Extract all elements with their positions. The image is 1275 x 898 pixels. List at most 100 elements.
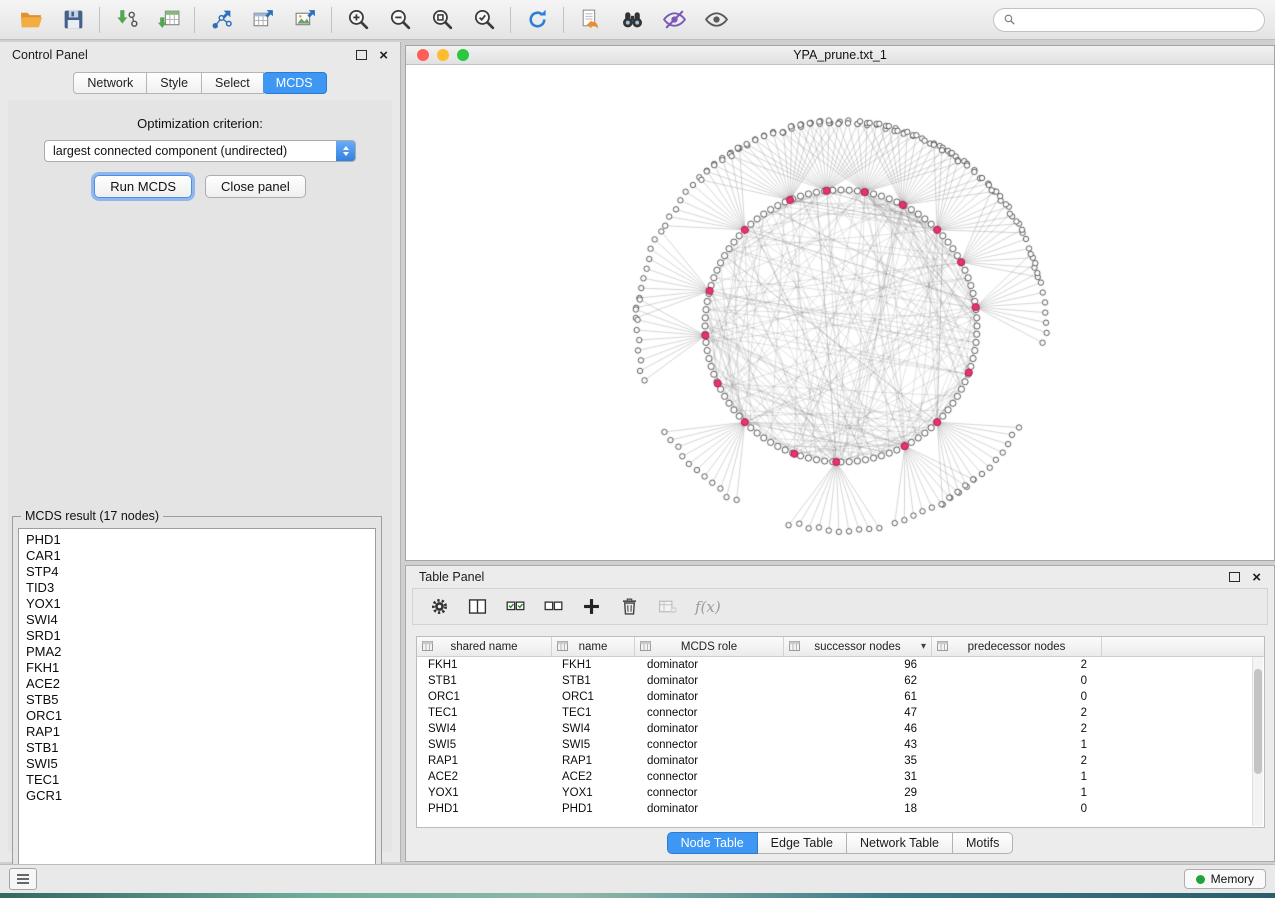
table-row[interactable]: FKH1 FKH1 dominator 96 2	[417, 657, 1264, 673]
tab-style[interactable]: Style	[147, 72, 202, 94]
table-header-row: shared name name MCDS role successor nod…	[417, 637, 1264, 657]
mcds-result-group: MCDS result (17 nodes) PHD1 CAR1 STP4 TI…	[12, 516, 382, 890]
mcds-result-node[interactable]: PMA2	[19, 644, 375, 660]
float-panel-icon[interactable]	[356, 50, 367, 60]
table-settings-button[interactable]	[429, 596, 450, 617]
mcds-result-node[interactable]: TID3	[19, 580, 375, 596]
run-mcds-button[interactable]: Run MCDS	[94, 175, 192, 198]
export-network-button[interactable]	[200, 4, 242, 36]
trash-icon	[619, 596, 640, 617]
memory-label: Memory	[1211, 872, 1254, 886]
close-window-icon[interactable]	[417, 49, 429, 61]
table-row[interactable]: TEC1 TEC1 connector 47 2	[417, 705, 1264, 721]
mcds-result-node[interactable]: YOX1	[19, 596, 375, 612]
column-header-predecessor-nodes[interactable]: predecessor nodes	[932, 637, 1102, 656]
select-stepper-icon	[336, 140, 355, 162]
toolbar-separator	[510, 7, 511, 33]
apply-layout-button[interactable]	[516, 4, 558, 36]
tab-node-table[interactable]: Node Table	[667, 832, 758, 854]
zoom-fit-button[interactable]	[421, 4, 463, 36]
column-header-name[interactable]: name	[552, 637, 635, 656]
add-column-button[interactable]	[581, 596, 602, 617]
mcds-result-node[interactable]: PHD1	[19, 532, 375, 548]
mcds-result-node[interactable]: FKH1	[19, 660, 375, 676]
delete-column-button[interactable]	[619, 596, 640, 617]
float-panel-icon[interactable]	[1229, 572, 1240, 582]
export-image-icon	[293, 7, 318, 32]
share-document-button[interactable]	[569, 4, 611, 36]
maximize-window-icon[interactable]	[457, 49, 469, 61]
tab-motifs[interactable]: Motifs	[953, 832, 1013, 854]
column-header-mcds-role[interactable]: MCDS role	[635, 637, 784, 656]
mcds-result-node[interactable]: SWI5	[19, 756, 375, 772]
table-row[interactable]: RAP1 RAP1 dominator 35 2	[417, 753, 1264, 769]
mcds-result-node[interactable]: SWI4	[19, 612, 375, 628]
mcds-result-node[interactable]: RAP1	[19, 724, 375, 740]
find-button[interactable]	[611, 4, 653, 36]
minimize-window-icon[interactable]	[437, 49, 449, 61]
control-panel-title: Control Panel	[12, 48, 88, 62]
table-row[interactable]: SWI4 SWI4 dominator 46 2	[417, 721, 1264, 737]
criterion-select[interactable]: largest connected component (undirected)	[44, 140, 356, 162]
tab-network[interactable]: Network	[73, 72, 147, 94]
mcds-result-node[interactable]: TEC1	[19, 772, 375, 788]
mcds-result-node[interactable]: ACE2	[19, 676, 375, 692]
table-row[interactable]: ACE2 ACE2 connector 31 1	[417, 769, 1264, 785]
show-panels-button[interactable]	[9, 868, 37, 890]
import-network-button[interactable]	[105, 4, 147, 36]
table-row[interactable]: SWI5 SWI5 connector 43 1	[417, 737, 1264, 753]
mcds-result-node[interactable]: STP4	[19, 564, 375, 580]
deselect-all-button[interactable]	[543, 596, 564, 617]
criterion-selected-value: largest connected component (undirected)	[45, 144, 336, 158]
export-image-button[interactable]	[284, 4, 326, 36]
columns-icon	[467, 596, 488, 617]
memory-button[interactable]: Memory	[1184, 869, 1266, 889]
network-window-titlebar: YPA_prune.txt_1	[406, 46, 1274, 65]
zoom-out-button[interactable]	[379, 4, 421, 36]
mcds-result-title: MCDS result (17 nodes)	[21, 509, 163, 523]
network-canvas[interactable]	[406, 65, 1274, 561]
close-panel-icon[interactable]: ×	[1252, 570, 1261, 585]
show-elements-button[interactable]	[695, 4, 737, 36]
mcds-result-node[interactable]: CAR1	[19, 548, 375, 564]
export-table-button[interactable]	[242, 4, 284, 36]
search-field[interactable]	[993, 8, 1265, 32]
hide-elements-button[interactable]	[653, 4, 695, 36]
zoom-selected-button[interactable]	[463, 4, 505, 36]
import-table-button[interactable]	[147, 4, 189, 36]
mcds-tab-panel: Optimization criterion: largest connecte…	[8, 100, 392, 852]
control-panel-header: Control Panel ×	[0, 42, 400, 68]
node-table: shared name name MCDS role successor nod…	[416, 636, 1265, 828]
hide-eye-icon	[662, 7, 687, 32]
mcds-result-node[interactable]: ORC1	[19, 708, 375, 724]
tab-network-table[interactable]: Network Table	[847, 832, 953, 854]
column-type-icon	[640, 641, 651, 651]
table-row[interactable]: ORC1 ORC1 dominator 61 0	[417, 689, 1264, 705]
zoom-in-button[interactable]	[337, 4, 379, 36]
table-vertical-scrollbar[interactable]	[1252, 657, 1263, 826]
tab-edge-table[interactable]: Edge Table	[758, 832, 847, 854]
table-row[interactable]: STB1 STB1 dominator 62 0	[417, 673, 1264, 689]
close-panel-icon[interactable]: ×	[379, 48, 388, 63]
column-header-shared-name[interactable]: shared name	[417, 637, 552, 656]
mcds-result-node[interactable]: GCR1	[19, 788, 375, 804]
mcds-result-node[interactable]: SRD1	[19, 628, 375, 644]
list-icon	[16, 873, 30, 885]
column-header-successor-nodes[interactable]: successor nodes ▾	[784, 637, 932, 656]
table-row[interactable]: PHD1 PHD1 dominator 18 0	[417, 801, 1264, 817]
tab-select[interactable]: Select	[202, 72, 264, 94]
table-row[interactable]: YOX1 YOX1 connector 29 1	[417, 785, 1264, 801]
column-header-filler	[1102, 637, 1264, 656]
close-panel-button[interactable]: Close panel	[205, 175, 306, 198]
select-all-button[interactable]	[505, 596, 526, 617]
mcds-result-node[interactable]: STB1	[19, 740, 375, 756]
mcds-result-node[interactable]: STB5	[19, 692, 375, 708]
tab-mcds[interactable]: MCDS	[263, 72, 327, 94]
show-columns-button[interactable]	[467, 596, 488, 617]
open-session-button[interactable]	[10, 4, 52, 36]
search-input[interactable]	[1022, 12, 1255, 28]
save-session-button[interactable]	[52, 4, 94, 36]
sort-arrow-icon[interactable]: ▾	[921, 641, 926, 652]
scrollbar-thumb[interactable]	[1254, 669, 1262, 774]
memory-status-icon	[1196, 875, 1205, 884]
